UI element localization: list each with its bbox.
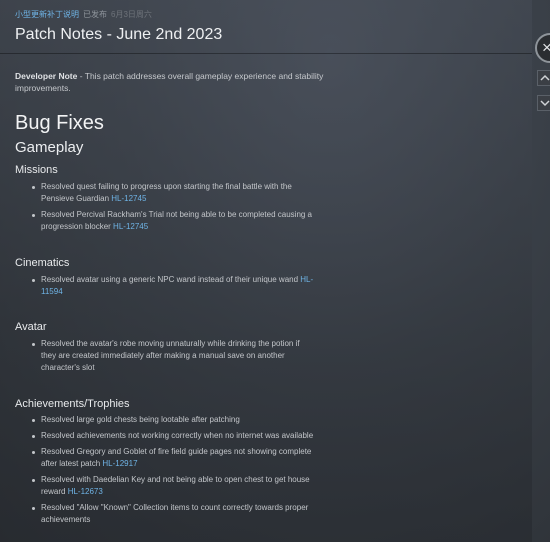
- list-item: Resolved quest failing to progress upon …: [30, 181, 315, 205]
- close-button[interactable]: ×: [535, 33, 550, 63]
- issue-link[interactable]: HL-12673: [68, 487, 103, 496]
- missions-list: Resolved quest failing to progress upon …: [30, 181, 315, 237]
- list-item: Resolved "Allow "Known" Collection items…: [30, 502, 315, 526]
- chevron-up-icon: [540, 74, 550, 81]
- close-icon: ×: [542, 38, 550, 57]
- cinematics-list: Resolved avatar using a generic NPC wand…: [30, 274, 315, 302]
- achievements-list: Resolved large gold chests being lootabl…: [30, 414, 315, 530]
- developer-note: Developer Note - This patch addresses ov…: [15, 71, 370, 94]
- cinematics-heading: Cinematics: [15, 257, 70, 269]
- achievements-heading: Achievements/Trophies: [15, 398, 130, 410]
- issue-link[interactable]: HL-12917: [102, 459, 137, 468]
- missions-heading: Missions: [15, 164, 58, 176]
- posted-label: 已发布: [83, 10, 107, 19]
- list-item: Resolved large gold chests being lootabl…: [30, 414, 315, 426]
- scroll-down-button[interactable]: [537, 95, 550, 111]
- announcement-panel: 小型更新补丁说明 已发布 6月3日周六 Patch Notes - June 2nd…: [0, 0, 532, 542]
- avatar-list: Resolved the avatar's robe moving unnatu…: [30, 338, 315, 378]
- scroll-up-button[interactable]: [537, 70, 550, 86]
- post-date: 6月3日周六: [111, 10, 152, 19]
- gameplay-heading: Gameplay: [15, 139, 84, 156]
- list-item: Resolved the avatar's robe moving unnatu…: [30, 338, 315, 374]
- avatar-heading: Avatar: [15, 321, 47, 333]
- post-meta: 小型更新补丁说明 已发布 6月3日周六: [15, 9, 152, 21]
- chevron-down-icon: [540, 100, 550, 107]
- update-tag-link[interactable]: 小型更新补丁说明: [15, 10, 79, 19]
- developer-note-label: Developer Note: [15, 71, 78, 81]
- list-item: Resolved achievements not working correc…: [30, 430, 315, 442]
- header-divider: [0, 53, 532, 54]
- bug-fixes-heading: Bug Fixes: [15, 112, 104, 134]
- issue-link[interactable]: HL-12745: [113, 222, 148, 231]
- list-item: Resolved with Daedelian Key and not bein…: [30, 474, 315, 498]
- page-title: Patch Notes - June 2nd 2023: [15, 26, 223, 43]
- list-item: Resolved avatar using a generic NPC wand…: [30, 274, 315, 298]
- issue-link[interactable]: HL-12745: [111, 194, 146, 203]
- list-item: Resolved Percival Rackham's Trial not be…: [30, 209, 315, 233]
- list-item: Resolved Gregory and Goblet of fire fiel…: [30, 446, 315, 470]
